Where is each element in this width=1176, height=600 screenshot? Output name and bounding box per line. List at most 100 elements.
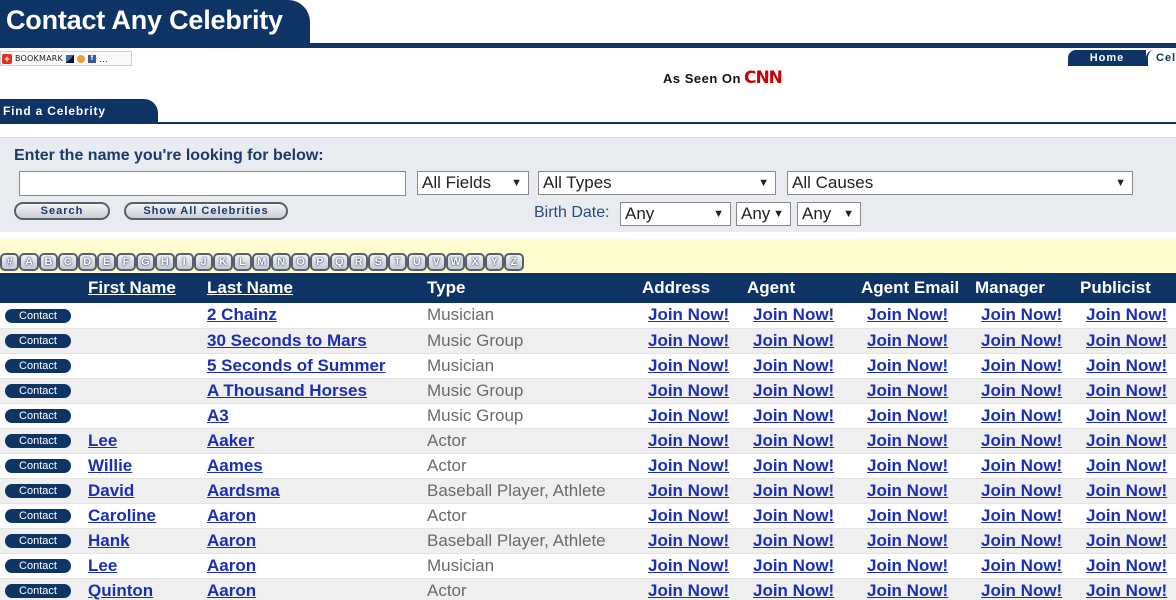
last-name-link[interactable]: Aaron [207, 581, 256, 600]
delicious-icon[interactable] [65, 54, 74, 63]
join-now-link[interactable]: Join Now! [1086, 331, 1167, 350]
more-icon[interactable]: … [99, 54, 108, 64]
alphabet-button[interactable]: I [174, 253, 194, 271]
alphabet-button[interactable]: F [116, 253, 136, 271]
birth-day-select[interactable]: Any ▼ [736, 202, 791, 226]
first-name-link[interactable]: Willie [88, 456, 132, 475]
header-last-name[interactable]: Last Name [207, 273, 427, 303]
last-name-link[interactable]: 30 Seconds to Mars [207, 331, 367, 350]
first-name-link[interactable]: Hank [88, 531, 130, 550]
nav-tab-celebrities[interactable]: Cel [1146, 50, 1176, 66]
join-now-link[interactable]: Join Now! [1086, 556, 1167, 575]
join-now-link[interactable]: Join Now! [1086, 456, 1167, 475]
contact-button[interactable]: Contact [5, 409, 71, 424]
join-now-link[interactable]: Join Now! [648, 531, 729, 550]
join-now-link[interactable]: Join Now! [981, 431, 1062, 450]
join-now-link[interactable]: Join Now! [1086, 406, 1167, 425]
alphabet-button[interactable]: S [368, 253, 388, 271]
contact-button[interactable]: Contact [5, 434, 71, 449]
last-name-link[interactable]: 5 Seconds of Summer [207, 356, 386, 375]
join-now-link[interactable]: Join Now! [1086, 531, 1167, 550]
alphabet-button[interactable]: G [135, 253, 156, 271]
last-name-link[interactable]: A Thousand Horses [207, 381, 367, 400]
join-now-link[interactable]: Join Now! [753, 431, 834, 450]
join-now-link[interactable]: Join Now! [648, 556, 729, 575]
join-now-link[interactable]: Join Now! [867, 431, 948, 450]
join-now-link[interactable]: Join Now! [867, 556, 948, 575]
join-now-link[interactable]: Join Now! [981, 556, 1062, 575]
search-button[interactable]: Search [14, 202, 110, 220]
alphabet-button[interactable]: D [77, 253, 97, 271]
last-name-link[interactable]: A3 [207, 406, 229, 425]
join-now-link[interactable]: Join Now! [648, 406, 729, 425]
join-now-link[interactable]: Join Now! [981, 331, 1062, 350]
join-now-link[interactable]: Join Now! [648, 381, 729, 400]
alphabet-button[interactable]: N [271, 253, 291, 271]
join-now-link[interactable]: Join Now! [981, 456, 1062, 475]
first-name-link[interactable]: Lee [88, 556, 117, 575]
find-celebrity-tab[interactable]: Find a Celebrity [0, 99, 158, 123]
contact-button[interactable]: Contact [5, 559, 71, 574]
join-now-link[interactable]: Join Now! [1086, 506, 1167, 525]
alphabet-button[interactable]: Y [484, 253, 505, 271]
first-name-link[interactable]: Quinton [88, 581, 153, 600]
alphabet-button[interactable]: X [465, 253, 485, 271]
alphabet-button[interactable]: R [349, 253, 369, 271]
alphabet-button[interactable]: Z [504, 253, 524, 271]
alphabet-button[interactable]: T [387, 253, 408, 271]
last-name-link[interactable]: Aames [207, 456, 263, 475]
join-now-link[interactable]: Join Now! [753, 305, 834, 324]
contact-button[interactable]: Contact [5, 509, 71, 524]
join-now-link[interactable]: Join Now! [867, 481, 948, 500]
alphabet-button[interactable]: A [19, 253, 39, 271]
alphabet-button[interactable]: W [445, 253, 466, 271]
join-now-link[interactable]: Join Now! [648, 431, 729, 450]
join-now-link[interactable]: Join Now! [867, 506, 948, 525]
join-now-link[interactable]: Join Now! [648, 481, 729, 500]
alphabet-button[interactable]: V [426, 253, 446, 271]
digg-icon[interactable] [76, 54, 85, 63]
contact-button[interactable]: Contact [5, 534, 71, 549]
birth-year-select[interactable]: Any ▼ [797, 202, 861, 226]
alphabet-button[interactable]: U [407, 253, 427, 271]
join-now-link[interactable]: Join Now! [753, 356, 834, 375]
join-now-link[interactable]: Join Now! [648, 356, 729, 375]
alphabet-button[interactable]: # [0, 253, 20, 271]
join-now-link[interactable]: Join Now! [1086, 381, 1167, 400]
join-now-link[interactable]: Join Now! [753, 456, 834, 475]
facebook-icon[interactable]: f [87, 54, 96, 63]
contact-button[interactable]: Contact [5, 484, 71, 499]
types-select[interactable]: All Types ▼ [538, 171, 776, 195]
alphabet-button[interactable]: E [96, 253, 117, 271]
last-name-link[interactable]: Aaron [207, 556, 256, 575]
contact-button[interactable]: Contact [5, 308, 71, 323]
last-name-link[interactable]: Aaker [207, 431, 254, 450]
join-now-link[interactable]: Join Now! [867, 331, 948, 350]
first-name-link[interactable]: Lee [88, 431, 117, 450]
join-now-link[interactable]: Join Now! [648, 581, 729, 600]
join-now-link[interactable]: Join Now! [981, 381, 1062, 400]
contact-button[interactable]: Contact [5, 584, 71, 599]
join-now-link[interactable]: Join Now! [867, 456, 948, 475]
alphabet-button[interactable]: L [232, 253, 253, 271]
join-now-link[interactable]: Join Now! [981, 356, 1062, 375]
last-name-link[interactable]: Aaron [207, 506, 256, 525]
join-now-link[interactable]: Join Now! [1086, 356, 1167, 375]
join-now-link[interactable]: Join Now! [648, 331, 729, 350]
join-now-link[interactable]: Join Now! [1086, 305, 1167, 324]
join-now-link[interactable]: Join Now! [753, 531, 834, 550]
join-now-link[interactable]: Join Now! [753, 331, 834, 350]
nav-tab-home[interactable]: Home [1068, 50, 1146, 66]
name-search-input[interactable] [19, 171, 406, 196]
fields-select[interactable]: All Fields ▼ [417, 171, 529, 195]
join-now-link[interactable]: Join Now! [1086, 581, 1167, 600]
contact-button[interactable]: Contact [5, 384, 71, 399]
alphabet-button[interactable]: B [38, 253, 59, 271]
first-name-link[interactable]: David [88, 481, 134, 500]
join-now-link[interactable]: Join Now! [867, 356, 948, 375]
join-now-link[interactable]: Join Now! [753, 406, 834, 425]
join-now-link[interactable]: Join Now! [753, 381, 834, 400]
alphabet-button[interactable]: K [213, 253, 233, 271]
join-now-link[interactable]: Join Now! [981, 581, 1062, 600]
last-name-link[interactable]: Aardsma [207, 481, 280, 500]
